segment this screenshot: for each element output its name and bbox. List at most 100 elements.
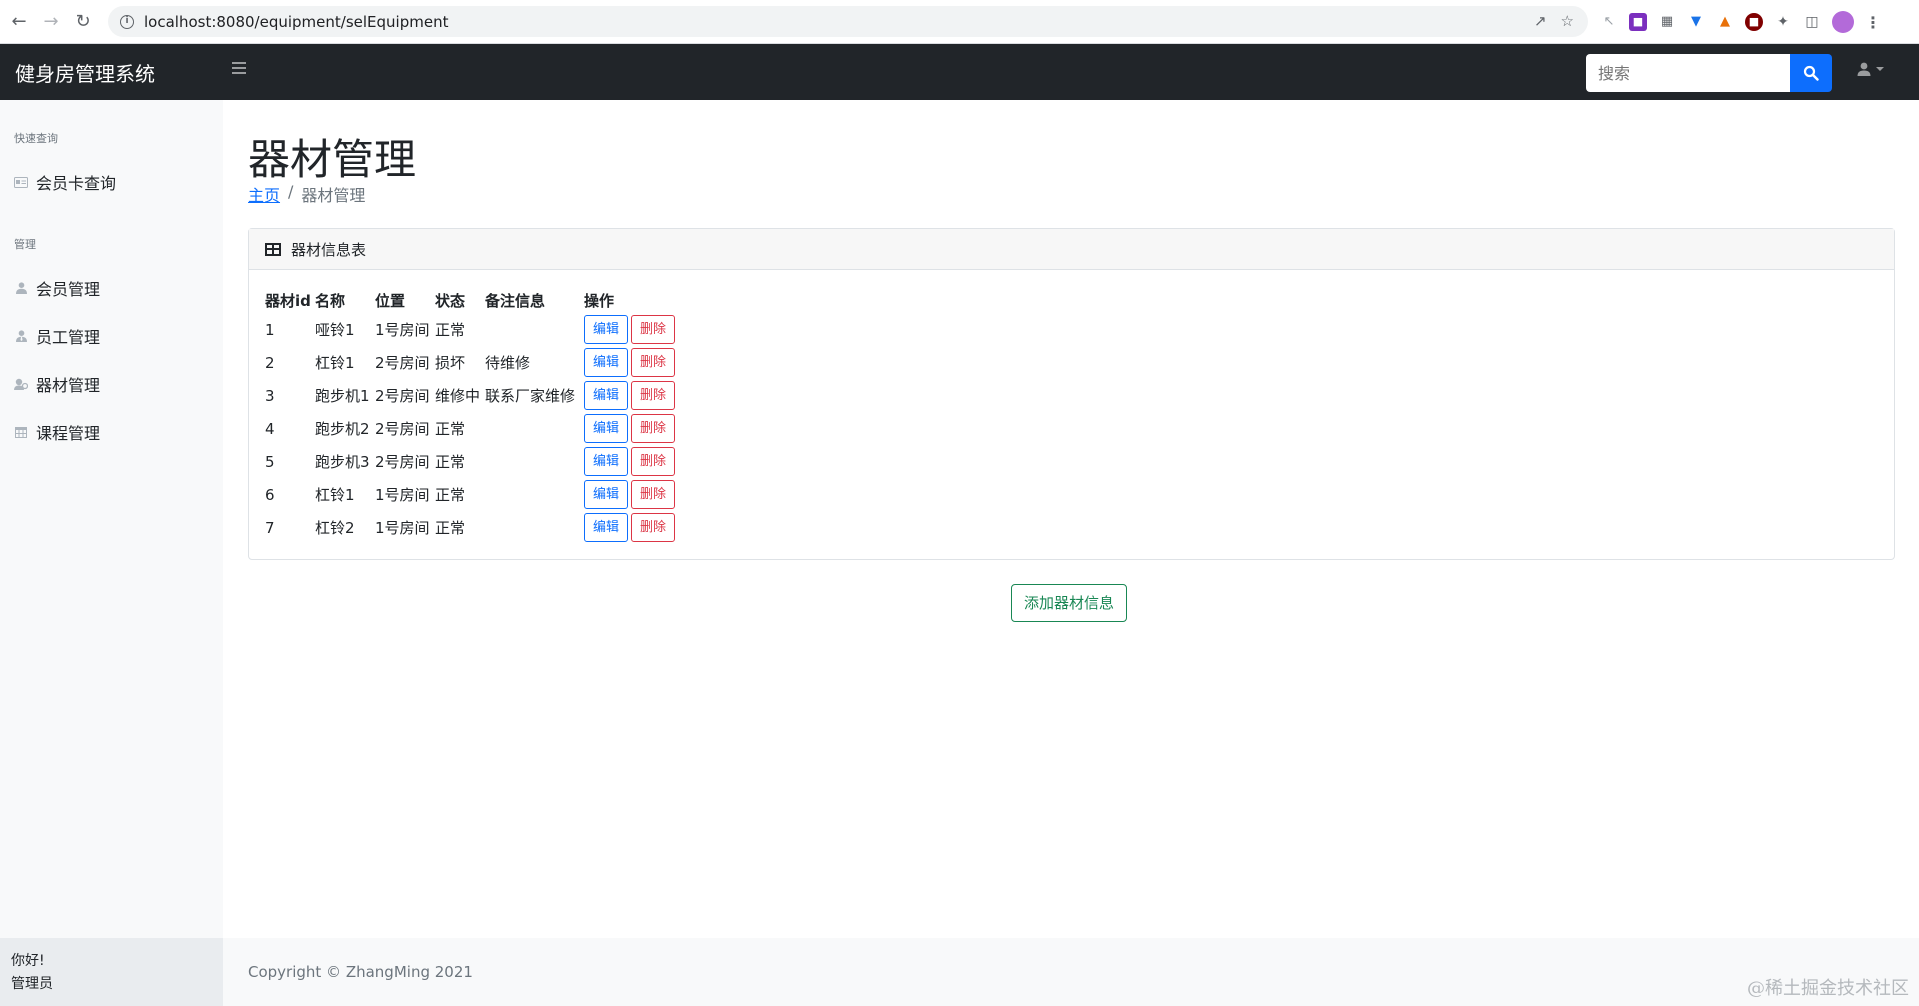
delete-button[interactable]: 删除 xyxy=(631,447,676,476)
breadcrumb: 主页 / 器材管理 xyxy=(248,182,365,206)
cell-actions: 编辑 删除 xyxy=(584,412,694,445)
cell-note: 待维修 xyxy=(485,354,531,372)
delete-button[interactable]: 删除 xyxy=(631,381,676,410)
sidebar-toggle-icon[interactable] xyxy=(232,62,246,74)
cell-actions: 编辑 删除 xyxy=(584,313,694,346)
sidebar-footer: 你好! 管理员 xyxy=(0,938,223,1006)
sidebar-item-label: 会员卡查询 xyxy=(36,174,117,193)
store-extension-icon[interactable]: ▦ xyxy=(1658,13,1676,31)
side-panel-icon[interactable]: ◫ xyxy=(1803,13,1821,31)
search-input[interactable] xyxy=(1586,54,1790,92)
cell-actions: 编辑 删除 xyxy=(584,445,694,478)
search-button[interactable] xyxy=(1790,54,1832,92)
address-bar[interactable]: i localhost:8080/equipment/selEquipment … xyxy=(108,6,1588,37)
sidebar-heading-manage: 管理 xyxy=(14,238,36,251)
cell-id: 6 xyxy=(265,485,275,504)
cell-status: 正常 xyxy=(435,321,466,339)
calendar-icon xyxy=(14,426,28,438)
sidebar-item-label: 员工管理 xyxy=(36,328,101,347)
cell-id: 4 xyxy=(265,419,275,438)
delete-button[interactable]: 删除 xyxy=(631,414,676,443)
table-header-row: 器材id 名称 位置 状态 备注信息 操作 xyxy=(265,287,694,313)
column-header: 状态 xyxy=(435,291,466,310)
cell-actions: 编辑 删除 xyxy=(584,511,694,544)
cell-status: 损坏 xyxy=(435,354,466,372)
cell-status: 正常 xyxy=(435,486,466,504)
watermark-text: @稀土掘金技术社区 xyxy=(1747,978,1909,999)
cell-id: 1 xyxy=(265,320,275,339)
user-dropdown[interactable] xyxy=(1856,61,1884,77)
sidebar: 快速查询 会员卡查询 管理 会员管理 员工管理 器材管理 课程管理 你好! 管理… xyxy=(0,100,223,1006)
greeting-text: 你好! xyxy=(11,953,45,969)
orange-extension-icon[interactable]: ▲ xyxy=(1716,13,1734,31)
profile-avatar[interactable] xyxy=(1832,11,1854,33)
cursor-extension-icon[interactable]: ↖ xyxy=(1600,13,1618,31)
user-tie-icon xyxy=(14,330,28,342)
sidebar-item-label: 课程管理 xyxy=(36,424,101,443)
edit-button[interactable]: 编辑 xyxy=(584,447,629,476)
column-header: 备注信息 xyxy=(485,291,546,310)
share-icon[interactable]: ↗ xyxy=(1534,12,1547,30)
delete-button[interactable]: 删除 xyxy=(631,480,676,509)
page-title: 器材管理 xyxy=(248,135,417,184)
add-equipment-button[interactable]: 添加器材信息 xyxy=(1011,584,1128,622)
browser-menu-icon[interactable]: ⋮ xyxy=(1865,13,1881,32)
cell-name: 跑步机3 xyxy=(315,453,370,471)
cell-status: 正常 xyxy=(435,420,466,438)
brand-title[interactable]: 健身房管理系统 xyxy=(15,58,155,87)
cell-name: 杠铃1 xyxy=(315,486,355,504)
cell-note xyxy=(485,511,584,544)
table-row: 7 杠铃2 1号房间 正常 编辑 删除 xyxy=(265,511,694,544)
edit-button[interactable]: 编辑 xyxy=(584,348,629,377)
table-row: 2 杠铃1 2号房间 损坏 待维修 编辑 删除 xyxy=(265,346,694,379)
edit-button[interactable]: 编辑 xyxy=(584,414,629,443)
sidebar-item-equipment[interactable]: 器材管理 xyxy=(0,372,100,396)
breadcrumb-separator: / xyxy=(288,182,294,201)
search-icon xyxy=(1803,65,1819,81)
bookmark-star-icon[interactable]: ☆ xyxy=(1561,12,1574,30)
forward-arrow-icon[interactable]: → xyxy=(38,9,64,35)
delete-button[interactable]: 删除 xyxy=(631,315,676,344)
reload-icon[interactable]: ↻ xyxy=(70,9,96,35)
cell-location: 2号房间 xyxy=(375,387,430,405)
site-info-icon[interactable]: i xyxy=(120,14,134,29)
equipment-table: 器材id 名称 位置 状态 备注信息 操作 1 哑铃1 1号房间 正常 编辑 删除 2 杠铃1… xyxy=(265,287,694,544)
cell-location: 2号房间 xyxy=(375,420,430,438)
user-icon xyxy=(1857,62,1871,76)
back-arrow-icon[interactable]: ← xyxy=(6,9,32,35)
table-icon xyxy=(265,242,281,256)
breadcrumb-home-link[interactable]: 主页 xyxy=(248,182,280,206)
cell-name: 杠铃1 xyxy=(315,354,355,372)
cell-actions: 编辑 删除 xyxy=(584,379,694,412)
sidebar-item-staff[interactable]: 员工管理 xyxy=(0,324,100,348)
sidebar-item-members[interactable]: 会员管理 xyxy=(0,276,100,300)
copyright-text: Copyright © ZhangMing 2021 xyxy=(248,963,473,981)
sidebar-item-member-card[interactable]: 会员卡查询 xyxy=(0,170,116,194)
delete-button[interactable]: 删除 xyxy=(631,513,676,542)
purple-extension-icon[interactable]: ■ xyxy=(1629,13,1647,31)
card-header: 器材信息表 xyxy=(249,229,1894,270)
cell-name: 哑铃1 xyxy=(315,321,355,339)
puzzle-extensions-icon[interactable]: ✦ xyxy=(1774,13,1792,31)
cell-note xyxy=(485,313,584,346)
edit-button[interactable]: 编辑 xyxy=(584,315,629,344)
breadcrumb-current: 器材管理 xyxy=(301,186,366,205)
column-header: 名称 xyxy=(315,291,346,310)
table-row: 1 哑铃1 1号房间 正常 编辑 删除 xyxy=(265,313,694,346)
table-body: 1 哑铃1 1号房间 正常 编辑 删除 2 杠铃1 2号房间 损坏 待维修 编辑 删除 3 跑步机1 2号房间… xyxy=(265,313,694,544)
ublock-extension-icon[interactable]: ■ xyxy=(1745,13,1763,31)
url-text[interactable]: localhost:8080/equipment/selEquipment xyxy=(144,13,448,31)
delete-button[interactable]: 删除 xyxy=(631,348,676,377)
edit-button[interactable]: 编辑 xyxy=(584,513,629,542)
table-row: 5 跑步机3 2号房间 正常 编辑 删除 xyxy=(265,445,694,478)
card-title: 器材信息表 xyxy=(291,240,367,259)
sidebar-item-courses[interactable]: 课程管理 xyxy=(0,420,100,444)
equipment-icon xyxy=(14,378,28,390)
sidebar-heading-quick: 快速查询 xyxy=(14,132,58,145)
edit-button[interactable]: 编辑 xyxy=(584,381,629,410)
layers-extension-icon[interactable]: ▼ xyxy=(1687,13,1705,31)
main-content: 器材管理 主页 / 器材管理 器材信息表 器材id 名称 位置 状态 备注信息 … xyxy=(223,100,1919,938)
column-header: 操作 xyxy=(584,291,615,310)
cell-location: 2号房间 xyxy=(375,354,430,372)
edit-button[interactable]: 编辑 xyxy=(584,480,629,509)
